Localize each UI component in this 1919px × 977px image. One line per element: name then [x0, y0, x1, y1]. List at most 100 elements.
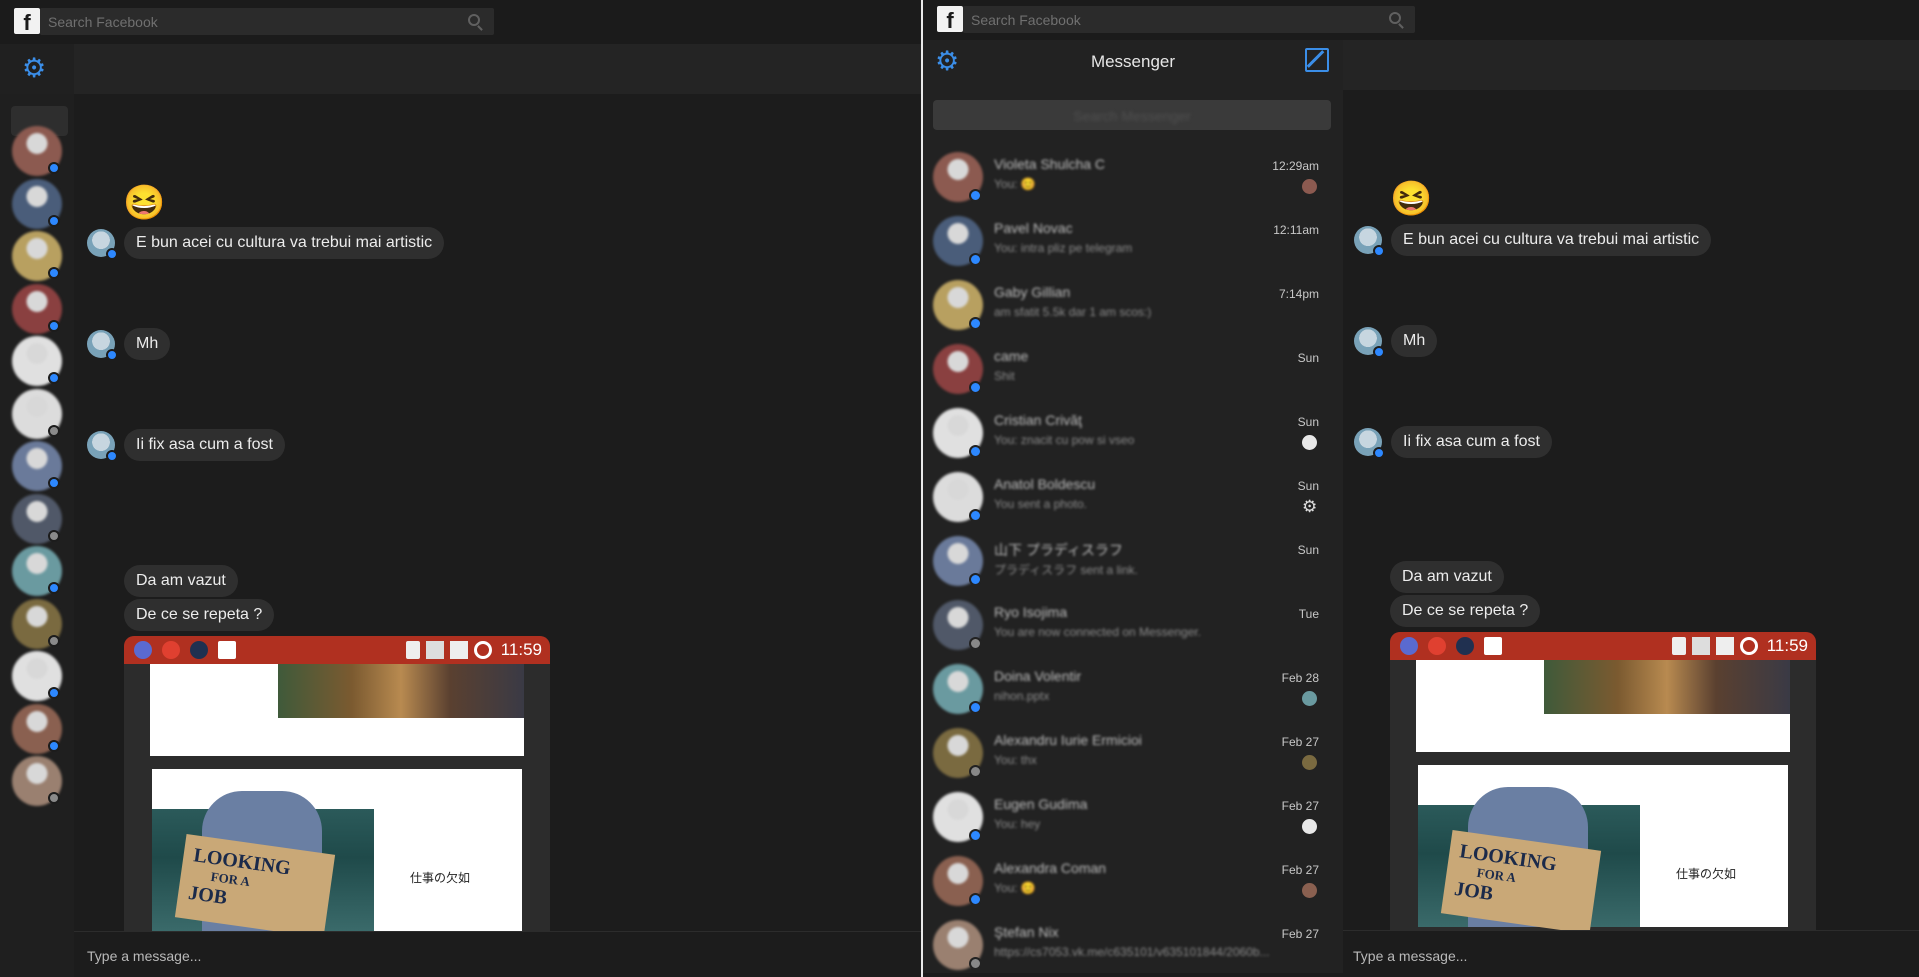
emoji-message: 😆 [1390, 180, 1433, 218]
thread-snippet: You: 😊 [994, 881, 1036, 895]
message-bubble[interactable]: E bun acei cu cultura va trebui mai arti… [1391, 224, 1712, 256]
thread-item[interactable]: Doina Volentir nihon.pptx Feb 28 [923, 658, 1343, 722]
thread-item[interactable]: Gaby Gillian am sfatit 5.5k dar 1 am scos… [923, 274, 1343, 338]
message-bubble[interactable]: Ii fix asa cum a fost [1391, 426, 1552, 458]
read-receipt-avatar [1302, 883, 1317, 898]
document-page [150, 664, 524, 756]
thread-item[interactable]: Ştefan Nix https://cs7053.vk.me/c635101/v… [923, 914, 1343, 977]
avatar[interactable] [87, 229, 118, 260]
app-icon [1400, 637, 1418, 655]
thread-item[interactable]: Eugen Gudima You: hey Feb 27 [923, 786, 1343, 850]
thread-item[interactable]: 山下 プラディスラフ プラディスラフ sent a link. Sun [923, 530, 1343, 594]
thread-snippet: You: thx [994, 753, 1037, 767]
avatar[interactable] [87, 431, 118, 462]
messenger-badge-icon [969, 189, 982, 202]
messenger-badge-icon [1373, 245, 1385, 257]
thread-list-panel: ⚙ Messenger Search Messenger Violeta Shu… [923, 40, 1343, 973]
messenger-search-placeholder: Search Messenger [1073, 108, 1191, 124]
messenger-badge-icon [1373, 447, 1385, 459]
thread-snippet: am sfatit 5.5k dar 1 am scos:) [994, 305, 1152, 319]
message-bubble[interactable]: Mh [1391, 325, 1438, 357]
facebook-logo-icon[interactable]: f [14, 8, 40, 34]
message-bubble[interactable]: E bun acei cu cultura va trebui mai arti… [124, 227, 445, 259]
document-page: LOOKING FOR A JOB 仕事の欠如 [1418, 765, 1788, 930]
thread-snippet: nihon.pptx [994, 689, 1050, 703]
wifi-icon [426, 641, 444, 659]
read-receipt-avatar [1302, 819, 1317, 834]
message-bubble[interactable]: Ii fix asa cum a fost [124, 429, 285, 461]
compose-icon[interactable] [1305, 48, 1329, 72]
messenger-badge-icon [969, 957, 982, 970]
facebook-search-input[interactable]: Search Facebook [963, 6, 1415, 33]
messenger-badge-icon [106, 248, 118, 260]
message-bubble[interactable]: De ce se repeta ? [124, 599, 275, 631]
panel-title: Messenger [1090, 52, 1176, 71]
thread-item[interactable]: Alexandru Iurie Ermicioi You: thx Feb 27 [923, 722, 1343, 786]
messenger-badge-icon [969, 445, 982, 458]
conversation-rail: ⚙ [0, 44, 74, 977]
battery-icon [1740, 637, 1758, 655]
thread-name: Anatol Boldescu [994, 476, 1096, 492]
thread-item[interactable]: Anatol Boldescu You sent a photo. Sun ⚙ [923, 466, 1343, 530]
thread-item[interactable]: Alexandra Coman You: 😊 Feb 27 [923, 850, 1343, 914]
thread-time: 12:29am [1272, 159, 1319, 173]
thread-time: Feb 27 [1281, 863, 1319, 877]
read-receipt-avatar [1302, 179, 1317, 194]
messenger-badge-icon [969, 573, 982, 586]
thread-snippet: プラディスラフ sent a link. [994, 563, 1138, 577]
app-icon [162, 641, 180, 659]
messenger-badge-icon [48, 687, 60, 699]
message-bubble[interactable]: Mh [124, 328, 171, 360]
thread-name: Ryo Isojima [994, 604, 1068, 620]
messenger-badge-icon [969, 317, 982, 330]
facebook-logo-icon[interactable]: f [937, 6, 963, 32]
emoji-message: 😆 [123, 184, 166, 222]
thread-snippet: You: intra pliz pe telegram [994, 241, 1133, 255]
image-attachment[interactable]: 11:59 LOOKING FOR A JOB 仕事の欠如 [1390, 632, 1816, 930]
thread-time: Feb 27 [1281, 735, 1319, 749]
thread-snippet: Shit [994, 369, 1015, 383]
search-placeholder: Search Facebook [971, 12, 1081, 28]
slide-caption: 仕事の欠如 [1676, 867, 1737, 881]
thread-time: Feb 27 [1281, 799, 1319, 813]
thread-snippet: https://cs7053.vk.me/c635101/v635101844/… [994, 945, 1270, 959]
message-composer[interactable]: Type a message... [74, 931, 921, 977]
android-status-bar: 11:59 [124, 636, 550, 664]
avatar[interactable] [1354, 327, 1385, 358]
messenger-search-input[interactable]: Search Messenger [933, 100, 1331, 130]
facebook-top-bar: f Search Facebook [0, 0, 921, 44]
thread-item[interactable]: Violeta Shulcha C You: 😊 12:29am [923, 146, 1343, 210]
message-bubble[interactable]: De ce se repeta ? [1390, 595, 1541, 627]
thread-list-header: ⚙ Messenger [923, 40, 1343, 82]
message-composer[interactable]: Type a message... [1343, 930, 1919, 977]
thread-snippet: You: znacit cu pow si vseo [994, 433, 1135, 447]
message-row: Da am vazut [1390, 561, 1504, 593]
thread-name: Ştefan Nix [994, 924, 1059, 940]
message-bubble[interactable]: Da am vazut [124, 565, 238, 597]
thread-time: Feb 28 [1281, 671, 1319, 685]
read-receipt-avatar [1302, 755, 1317, 770]
thread-item[interactable]: Ryo Isojima You are now connected on Mess… [923, 594, 1343, 658]
messenger-badge-icon [1373, 346, 1385, 358]
message-row: Da am vazut [124, 565, 238, 597]
status-time: 11:59 [1766, 636, 1808, 655]
gear-icon[interactable]: ⚙ [22, 55, 46, 82]
avatar[interactable] [87, 330, 118, 361]
message-bubble[interactable]: Da am vazut [1390, 561, 1504, 593]
thread-item[interactable]: Cristian Crivăţ You: znacit cu pow si vse… [923, 402, 1343, 466]
facebook-search-input[interactable]: Search Facebook [40, 8, 494, 35]
thread-name: Violeta Shulcha C [994, 156, 1106, 172]
search-icon[interactable] [468, 14, 480, 26]
avatar[interactable] [1354, 428, 1385, 459]
thread-item[interactable]: Pavel Novac You: intra pliz pe telegram 12… [923, 210, 1343, 274]
messenger-badge-icon [969, 765, 982, 778]
thread-item[interactable]: came Shit Sun [923, 338, 1343, 402]
avatar[interactable] [1354, 226, 1385, 257]
thread-name: Eugen Gudima [994, 796, 1088, 812]
facebook-top-bar: f Search Facebook [923, 0, 1919, 40]
thread-snippet: You: 😊 [994, 177, 1036, 191]
search-icon[interactable] [1389, 12, 1401, 24]
messenger-badge-icon [48, 739, 60, 752]
message-row: De ce se repeta ? [1390, 595, 1541, 627]
image-attachment[interactable]: 11:59 LOOKING FOR A JOB 仕事の欠如 [124, 636, 550, 931]
